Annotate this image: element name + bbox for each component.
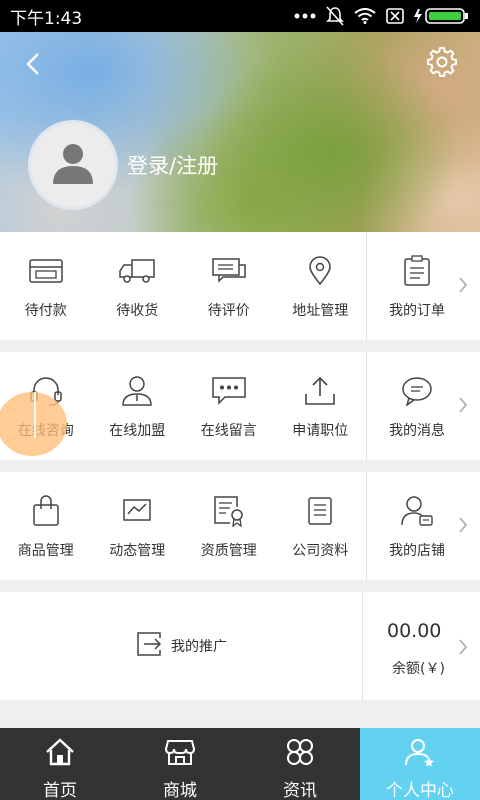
login-register-link[interactable]: 登录/注册 <box>127 150 218 180</box>
avatar[interactable] <box>28 120 118 210</box>
chevron-left-icon <box>20 53 52 84</box>
chevron-right-icon <box>458 516 468 538</box>
cell-label: 资质管理 <box>200 543 257 559</box>
balance-label: 余额(￥) <box>392 661 445 677</box>
store-icon <box>164 738 196 770</box>
management-section: 商品管理 动态管理 资质管理 公司资料 我的店铺 <box>0 472 480 580</box>
wifi-icon <box>354 8 376 24</box>
status-bar: 下午1:43 <box>0 0 480 32</box>
user-silhouette-icon <box>51 142 95 188</box>
cell-label: 我的消息 <box>389 423 445 439</box>
person-star-icon <box>404 738 436 770</box>
address-manage-button[interactable]: 地址管理 <box>275 232 367 340</box>
profile-header: 登录/注册 <box>0 32 480 232</box>
nav-profile[interactable]: 个人中心 <box>360 728 480 800</box>
cell-label: 我的店铺 <box>389 543 445 559</box>
home-icon <box>45 738 75 770</box>
chevron-right-icon <box>458 638 468 660</box>
cell-label: 在线留言 <box>200 423 257 439</box>
no-sim-icon <box>386 8 404 24</box>
upload-icon <box>300 374 340 408</box>
nav-news[interactable]: 资讯 <box>240 728 360 800</box>
online-consult-button[interactable]: 在线咨询 <box>0 352 92 460</box>
pending-payment-button[interactable]: 待付款 <box>0 232 92 340</box>
news-manage-button[interactable]: 动态管理 <box>92 472 184 580</box>
speech-bubble-icon <box>397 374 437 408</box>
balance-amount: 00.00 <box>387 620 442 642</box>
headset-icon <box>26 374 66 408</box>
online-message-button[interactable]: 在线留言 <box>183 352 275 460</box>
pending-receipt-button[interactable]: 待收货 <box>92 232 184 340</box>
cell-label: 在线咨询 <box>17 423 74 439</box>
cell-label: 我的订单 <box>389 303 445 319</box>
balance-button[interactable]: 00.00 余额(￥) <box>363 592 480 700</box>
message-icon <box>209 374 249 408</box>
bottom-nav: 首页 商城 资讯 个人中心 <box>0 728 480 800</box>
trend-icon <box>117 494 157 528</box>
wallet-icon <box>26 254 66 288</box>
promo-section: 我的推广 00.00 余额(￥) <box>0 592 480 700</box>
touch-cursor <box>34 392 36 438</box>
nav-label: 商城 <box>163 781 197 800</box>
more-dots-icon <box>294 12 316 20</box>
my-promotion-button[interactable]: 我的推广 <box>0 592 362 700</box>
gear-icon <box>426 47 458 82</box>
clipboard-icon <box>397 254 437 288</box>
share-arrow-icon <box>135 630 163 662</box>
chevron-right-icon <box>458 276 468 298</box>
orders-section: 待付款 待收货 待评价 地址管理 我的订单 <box>0 232 480 340</box>
user-card-icon <box>397 494 437 528</box>
promo-label: 我的推广 <box>171 639 227 655</box>
cell-label: 动态管理 <box>109 543 166 559</box>
cell-label: 待付款 <box>24 303 67 319</box>
product-manage-button[interactable]: 商品管理 <box>0 472 92 580</box>
chevron-right-icon <box>458 396 468 418</box>
clover-icon <box>285 738 315 770</box>
list-icon <box>300 494 340 528</box>
cell-label: 申请职位 <box>292 423 349 439</box>
my-messages-button[interactable]: 我的消息 <box>367 352 480 460</box>
company-info-button[interactable]: 公司资料 <box>275 472 367 580</box>
cell-label: 在线加盟 <box>109 423 166 439</box>
nav-label: 首页 <box>43 781 77 800</box>
cell-label: 商品管理 <box>17 543 74 559</box>
back-button[interactable] <box>20 48 52 80</box>
cell-label: 待收货 <box>116 303 159 319</box>
qualification-manage-button[interactable]: 资质管理 <box>183 472 275 580</box>
apply-job-button[interactable]: 申请职位 <box>275 352 367 460</box>
nav-store[interactable]: 商城 <box>120 728 240 800</box>
chat-icon <box>209 254 249 288</box>
pending-review-button[interactable]: 待评价 <box>183 232 275 340</box>
cell-label: 地址管理 <box>292 303 349 319</box>
bell-muted-icon <box>326 6 344 26</box>
cell-label: 待评价 <box>207 303 250 319</box>
status-icons <box>294 6 470 26</box>
online-join-button[interactable]: 在线加盟 <box>92 352 184 460</box>
certificate-icon <box>209 494 249 528</box>
status-time: 下午1:43 <box>10 8 83 29</box>
person-icon <box>117 374 157 408</box>
truck-icon <box>117 254 157 288</box>
my-shop-button[interactable]: 我的店铺 <box>367 472 480 580</box>
settings-button[interactable] <box>426 46 458 78</box>
bag-icon <box>26 494 66 528</box>
nav-home[interactable]: 首页 <box>0 728 120 800</box>
location-icon <box>300 254 340 288</box>
my-orders-button[interactable]: 我的订单 <box>367 232 480 340</box>
cell-label: 公司资料 <box>292 543 349 559</box>
nav-label: 个人中心 <box>386 781 454 800</box>
services-section: 在线咨询 在线加盟 在线留言 申请职位 我的消息 <box>0 352 480 460</box>
battery-charging-icon <box>414 7 470 25</box>
nav-label: 资讯 <box>283 781 317 800</box>
